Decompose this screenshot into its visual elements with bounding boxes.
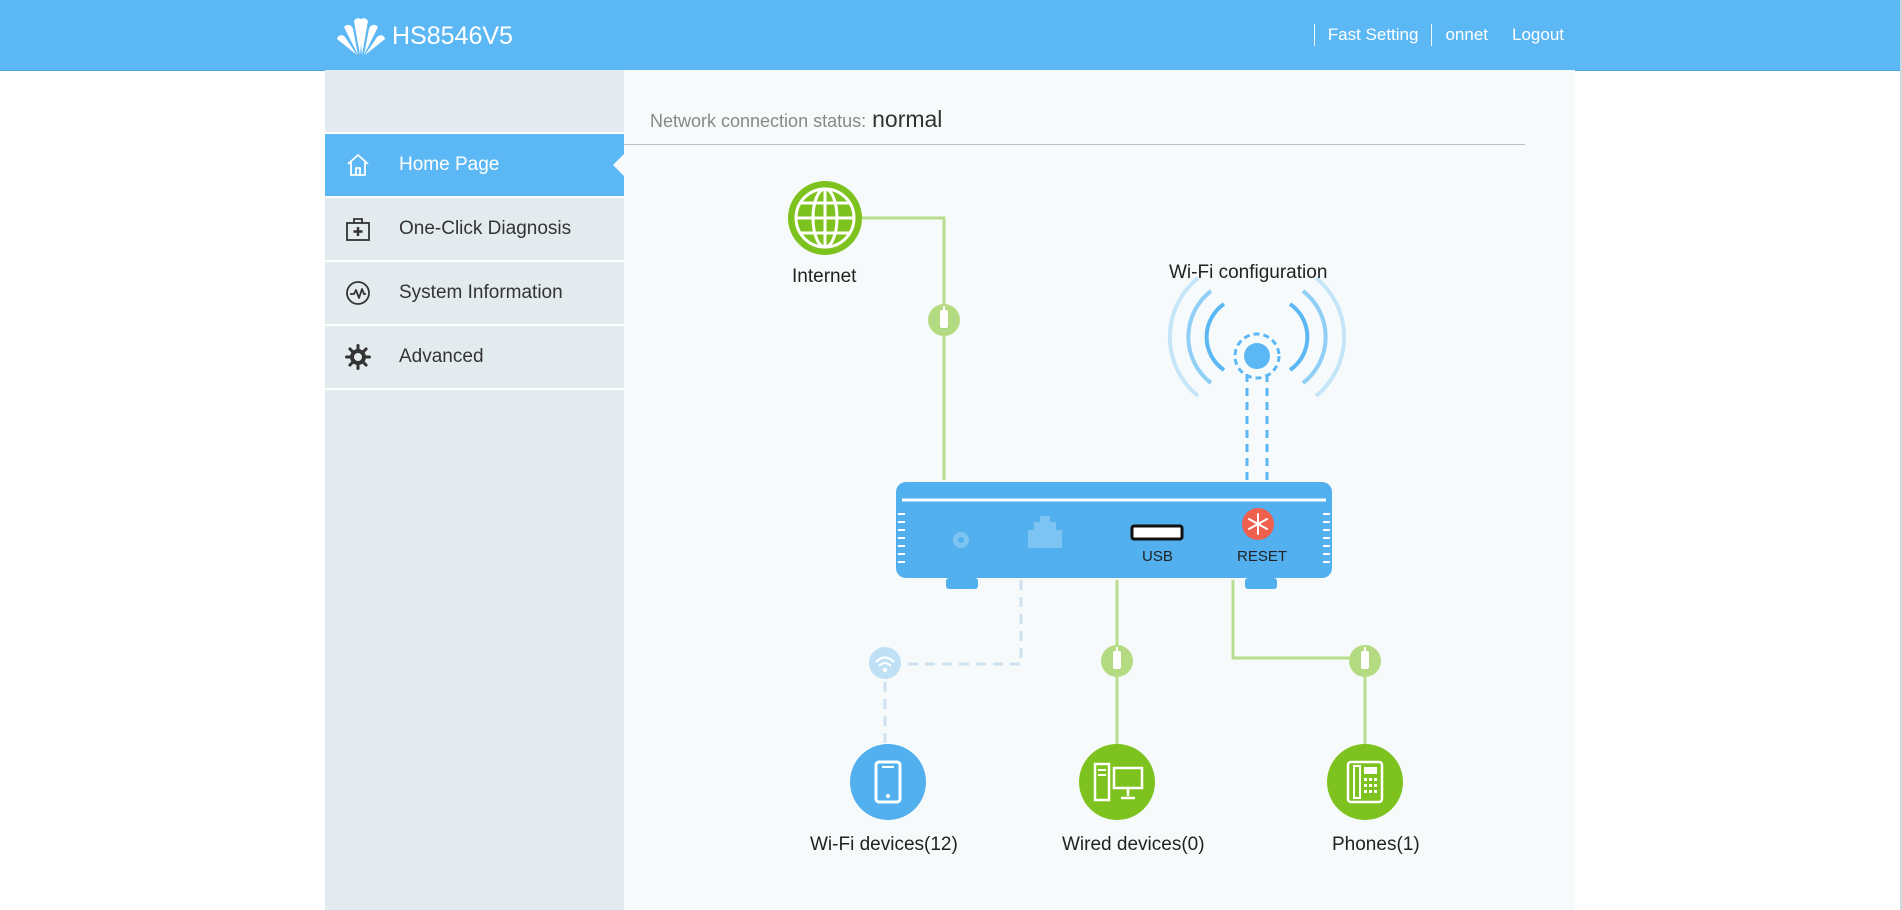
internet-globe-icon[interactable]: [788, 181, 862, 255]
sidebar-item-system-information[interactable]: System Information: [325, 262, 624, 326]
top-nav: Fast Setting onnet Logout: [1301, 24, 1564, 46]
cable-connector-icon: [1349, 645, 1381, 677]
sidebar-item-advanced[interactable]: Advanced: [325, 326, 624, 390]
internet-label: Internet: [792, 266, 857, 287]
wifi-devices-label[interactable]: Wi-Fi devices(12): [810, 834, 958, 856]
phones-icon[interactable]: [1327, 744, 1403, 820]
fast-setting-link[interactable]: Fast Setting: [1328, 25, 1419, 45]
wifi-configuration-link[interactable]: Wi-Fi configuration: [1169, 262, 1327, 284]
gear-icon: [343, 342, 373, 372]
sidebar: Home Page One-Click Diagnosis System Inf…: [325, 70, 625, 910]
nav-divider: [1431, 24, 1433, 46]
diagnosis-kit-icon: [343, 214, 373, 244]
usb-label: USB: [1142, 548, 1173, 565]
sidebar-item-label: System Information: [399, 282, 563, 303]
header-bar: HS8546V5 Fast Setting onnet Logout: [0, 0, 1902, 71]
reset-label: RESET: [1237, 548, 1288, 565]
sidebar-item-label: Home Page: [399, 154, 500, 175]
sidebar-item-home-page[interactable]: Home Page: [325, 134, 625, 198]
wired-devices-label[interactable]: Wired devices(0): [1062, 834, 1205, 856]
nav-divider: [1313, 24, 1315, 46]
sidebar-menu: Home Page One-Click Diagnosis System Inf…: [325, 132, 625, 390]
network-topology-diagram: [788, 181, 1403, 820]
device-model: HS8546V5: [392, 21, 513, 50]
sidebar-item-one-click-diagnosis[interactable]: One-Click Diagnosis: [325, 198, 624, 262]
logout-link[interactable]: Logout: [1512, 25, 1564, 45]
sidebar-item-label: Advanced: [399, 346, 484, 367]
cable-connector-icon: [1101, 645, 1133, 677]
home-icon: [343, 150, 373, 180]
wifi-devices-icon[interactable]: [850, 744, 926, 820]
wired-devices-icon[interactable]: [1079, 744, 1155, 820]
cable-connector-icon: [928, 304, 960, 336]
wifi-signal-small-icon: [869, 647, 901, 679]
usb-port-icon[interactable]: [1130, 524, 1184, 541]
user-account-link[interactable]: onnet: [1445, 25, 1488, 45]
huawei-logo-icon: [337, 18, 385, 55]
sidebar-item-label: One-Click Diagnosis: [399, 218, 572, 239]
reset-button-icon[interactable]: [1242, 508, 1274, 540]
phones-label[interactable]: Phones(1): [1332, 834, 1420, 856]
power-port-icon: [953, 532, 969, 548]
wifi-antenna-icon[interactable]: [1167, 276, 1347, 398]
brand: HS8546V5: [336, 14, 513, 58]
pulse-icon: [343, 278, 373, 308]
main-content: Network connection status: normal Intern…: [624, 70, 1575, 910]
